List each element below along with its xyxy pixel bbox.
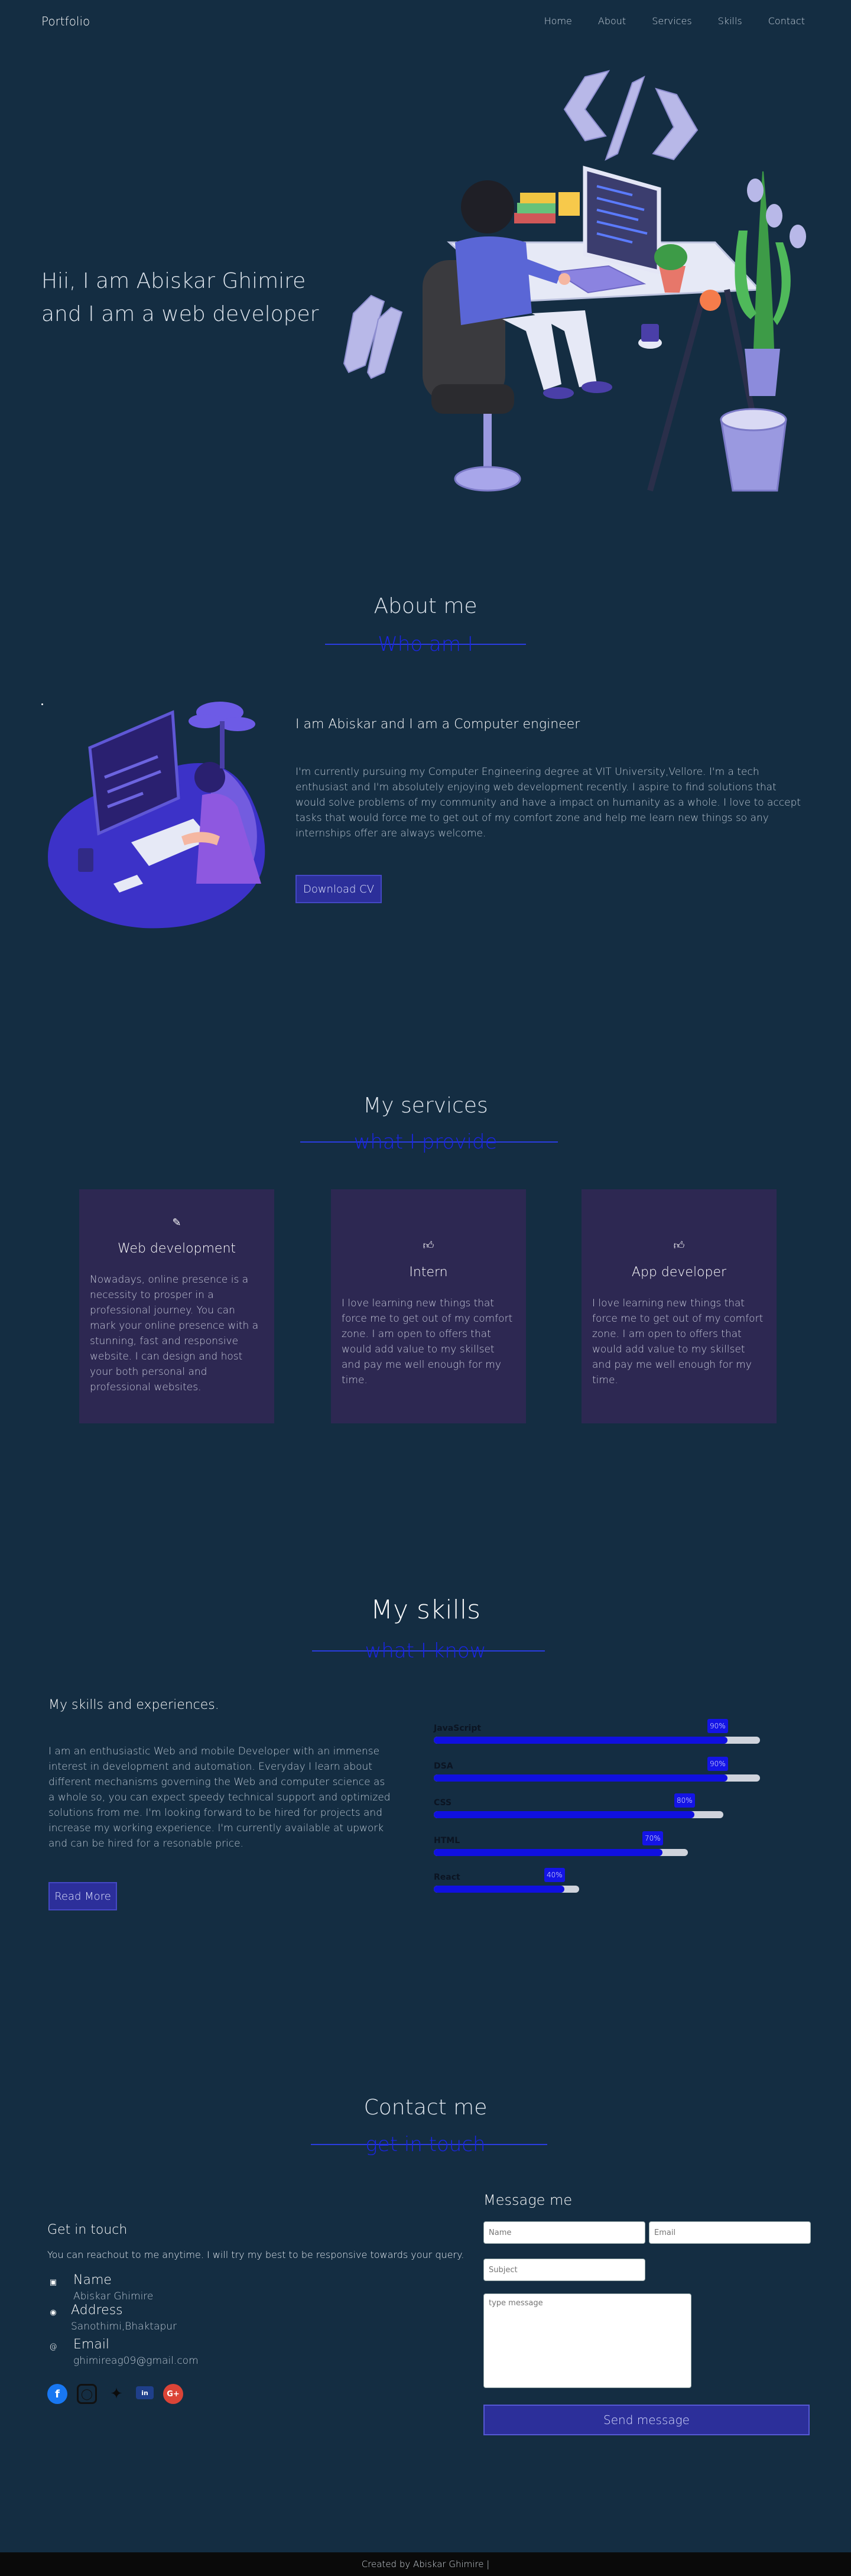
card-description: Nowadays, online presence is a necessity… xyxy=(90,1274,259,1393)
read-more-button[interactable]: Read More xyxy=(48,1882,117,1910)
card-title: App developer xyxy=(631,1265,727,1280)
services-title: My services xyxy=(363,1094,488,1118)
skill-percent-badge: 80% xyxy=(674,1793,695,1808)
email-input[interactable] xyxy=(649,2221,811,2244)
nav-link-about[interactable]: About xyxy=(598,15,626,27)
at-icon: @ xyxy=(49,2342,57,2351)
name-value: Abiskar Ghimire xyxy=(73,2291,154,2302)
hero-heading: Hii, I am Abiskar Ghimire and I am a web… xyxy=(41,265,349,331)
about-subtitle-text: Who am I xyxy=(378,632,473,656)
skills-subtitle: what I know xyxy=(0,1639,851,1663)
skills-subtitle-text: what I know xyxy=(365,1639,486,1663)
contact-title: Contact me xyxy=(363,2095,488,2120)
card-title: Intern xyxy=(409,1265,448,1280)
about-title: About me xyxy=(373,594,478,618)
services-subtitle: what I provide xyxy=(0,1130,851,1154)
about-paragraph: I'm currently pursuing my Computer Engin… xyxy=(295,766,801,839)
edit-icon: ✎ xyxy=(172,1216,181,1229)
message-textarea[interactable] xyxy=(483,2293,691,2388)
skill-track: 90% xyxy=(434,1757,760,1782)
subject-input[interactable] xyxy=(483,2259,645,2281)
skill-label: CSS xyxy=(434,1798,452,1808)
skill-label: DSA xyxy=(434,1761,453,1771)
card-description: I love learning new things that force me… xyxy=(342,1297,513,1386)
about-illustration xyxy=(48,702,265,929)
twitter-icon[interactable]: ✦ xyxy=(106,2384,126,2404)
skills-paragraph: I am an enthusiastic Web and mobile Deve… xyxy=(48,1746,391,1850)
brand-logo[interactable]: Portfolio xyxy=(41,14,90,28)
skills-heading: My skills and experiences. xyxy=(48,1698,219,1712)
skill-percent-badge: 90% xyxy=(707,1757,728,1771)
card-description: I love learning new things that force me… xyxy=(592,1297,764,1386)
hero-illustration xyxy=(343,70,806,492)
name-input[interactable] xyxy=(483,2221,645,2244)
instagram-icon[interactable]: ◯ xyxy=(77,2384,97,2404)
service-card-app: 👍︎ App developer I love learning new thi… xyxy=(582,1189,777,1423)
skill-label: React xyxy=(434,1873,460,1882)
contact-subtitle-text: get in touch xyxy=(365,2133,486,2156)
nav-link-contact[interactable]: Contact xyxy=(768,15,805,27)
nav-menu: Home About Services Skills Contact xyxy=(544,15,805,27)
skill-track: 80% xyxy=(434,1793,723,1818)
footer-text: Created by Abiskar Ghimire | xyxy=(361,2559,490,2569)
skills-title: My skills xyxy=(371,1595,480,1625)
services-subtitle-text: what I provide xyxy=(353,1130,498,1154)
about-subtitle: Who am I xyxy=(0,632,851,656)
skill-fill xyxy=(434,1811,694,1818)
skill-fill xyxy=(434,1886,564,1893)
service-card-web: ✎ Web development Nowadays, online prese… xyxy=(79,1189,274,1423)
google-plus-icon[interactable]: G+ xyxy=(163,2384,183,2404)
location-icon: ◉ xyxy=(50,2308,57,2317)
email-value[interactable]: ghimireag09@gmail.com xyxy=(73,2355,199,2367)
skill-track: 90% xyxy=(434,1719,760,1744)
social-links: f ◯ ✦ in G+ xyxy=(47,2384,183,2404)
contact-intro: You can reachout to me anytime. I will t… xyxy=(47,2249,465,2260)
hero-line-2: and I am a web developer xyxy=(41,302,319,326)
message-me-heading: Message me xyxy=(483,2192,573,2208)
address-label: Address xyxy=(71,2303,123,2318)
nav-link-services[interactable]: Services xyxy=(652,15,691,27)
navbar: Portfolio Home About Services Skills Con… xyxy=(0,0,851,45)
thumbs-up-icon: 👍︎ xyxy=(423,1240,434,1252)
contact-subtitle: get in touch xyxy=(0,2133,851,2156)
download-cv-button[interactable]: Download CV xyxy=(295,875,382,903)
skill-label: JavaScript xyxy=(434,1724,482,1733)
facebook-icon[interactable]: f xyxy=(47,2384,67,2404)
skill-fill xyxy=(434,1737,727,1744)
hero-line-1: Hii, I am Abiskar Ghimire xyxy=(41,269,306,293)
skill-fill xyxy=(434,1849,662,1856)
user-icon: ▣ xyxy=(49,2277,57,2287)
nav-link-skills[interactable]: Skills xyxy=(718,15,742,27)
send-message-button[interactable]: Send message xyxy=(483,2405,810,2435)
email-label: Email xyxy=(73,2337,110,2352)
thumbs-up-icon: 👍︎ xyxy=(673,1240,685,1252)
service-card-intern: 👍︎ Intern I love learning new things tha… xyxy=(331,1189,526,1423)
skill-track: 40% xyxy=(434,1868,579,1893)
footer: Created by Abiskar Ghimire | xyxy=(0,2552,851,2576)
about-heading: I am Abiskar and I am a Computer enginee… xyxy=(295,717,580,732)
skill-track: 70% xyxy=(434,1831,688,1856)
skill-label: HTML xyxy=(434,1836,460,1845)
address-value: Sanothimi,Bhaktapur xyxy=(71,2321,177,2332)
get-in-touch-heading: Get in touch xyxy=(47,2223,128,2237)
skill-percent-badge: 40% xyxy=(544,1868,565,1882)
skill-percent-badge: 90% xyxy=(707,1719,728,1733)
skill-percent-badge: 70% xyxy=(642,1831,663,1845)
card-title: Web development xyxy=(117,1241,236,1256)
skill-fill xyxy=(434,1774,727,1782)
nav-link-home[interactable]: Home xyxy=(544,15,572,27)
linkedin-icon[interactable]: in xyxy=(136,2386,154,2399)
name-label: Name xyxy=(73,2273,112,2288)
